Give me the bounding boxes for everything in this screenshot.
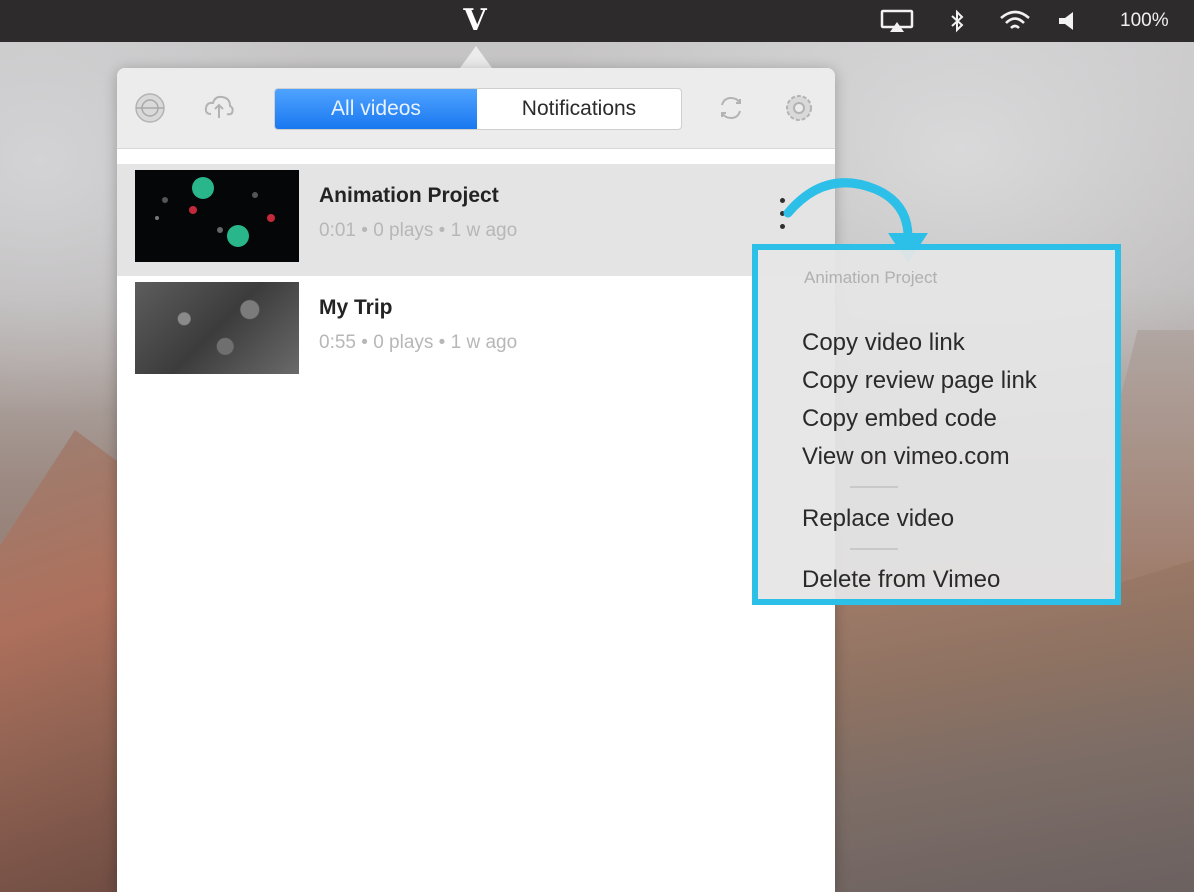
context-menu-header: Animation Project [804, 268, 938, 287]
battery-status[interactable]: 100% [1120, 9, 1169, 33]
view-segmented-control: All videos Notifications [274, 88, 682, 130]
video-meta: 0:55 • 0 plays • 1 w ago [319, 332, 518, 353]
video-context-menu: Animation Project Copy video link Copy r… [752, 244, 1121, 605]
video-title: My Trip [319, 296, 393, 319]
video-list-item[interactable]: My Trip 0:55 • 0 plays • 1 w ago [117, 276, 835, 388]
menu-separator [850, 548, 898, 550]
video-thumbnail [135, 170, 299, 262]
video-title: Animation Project [319, 184, 499, 207]
wallpaper-rock-right [835, 560, 1194, 892]
menu-item-copy-embed-code[interactable]: Copy embed code [802, 404, 997, 434]
menu-item-copy-review-page-link[interactable]: Copy review page link [802, 366, 1037, 396]
vimeo-logo[interactable]: V [460, 6, 490, 36]
video-list-item[interactable]: Animation Project 0:01 • 0 plays • 1 w a… [117, 164, 835, 276]
video-thumbnail [135, 282, 299, 374]
tab-all-videos[interactable]: All videos [275, 89, 477, 129]
bluetooth-icon[interactable] [946, 9, 968, 33]
popover-caret [460, 46, 492, 68]
menu-item-replace-video[interactable]: Replace video [802, 504, 954, 534]
menu-item-delete-from-vimeo[interactable]: Delete from Vimeo [802, 565, 1000, 595]
vimeo-popover: All videos Notifications Animation Proje… [117, 68, 835, 892]
menu-item-copy-video-link[interactable]: Copy video link [802, 328, 965, 358]
sync-icon[interactable] [715, 92, 747, 124]
menu-item-view-on-vimeo[interactable]: View on vimeo.com [802, 442, 1010, 472]
popover-toolbar: All videos Notifications [117, 68, 835, 149]
gear-icon[interactable] [783, 92, 815, 124]
volume-icon[interactable] [1056, 9, 1082, 33]
wifi-icon[interactable] [998, 9, 1032, 33]
menu-separator [850, 486, 898, 488]
video-meta: 0:01 • 0 plays • 1 w ago [319, 220, 518, 241]
tab-notifications[interactable]: Notifications [477, 89, 681, 129]
menu-bar: V 100% [0, 0, 1194, 42]
globe-icon[interactable] [134, 92, 166, 124]
upload-icon[interactable] [203, 92, 235, 124]
airplay-icon[interactable] [880, 9, 914, 33]
